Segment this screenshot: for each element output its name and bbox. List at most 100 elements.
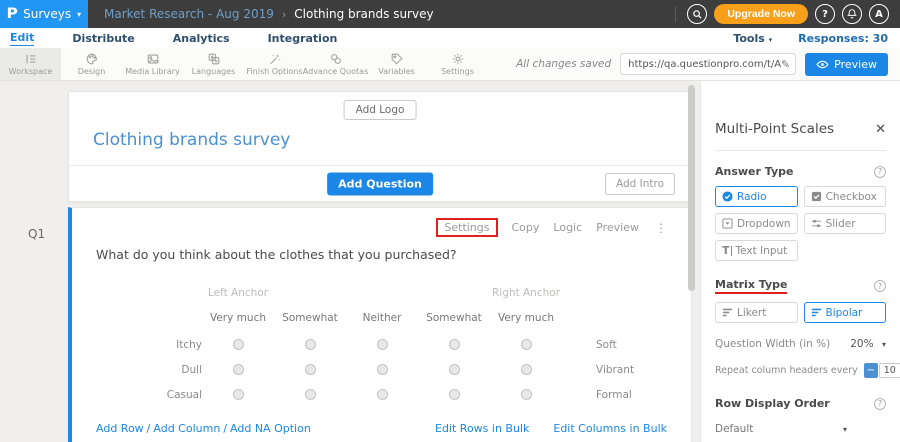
matrix-row: Dull Vibrant: [72, 357, 691, 382]
edit-columns-bulk-link[interactable]: Edit Columns in Bulk: [553, 422, 667, 435]
add-logo-button[interactable]: Add Logo: [344, 100, 417, 120]
matrix-radio[interactable]: [305, 389, 316, 400]
matrix-radio[interactable]: [233, 389, 244, 400]
question-actions: Settings Copy Logic Preview ⋮: [72, 208, 691, 237]
tab-workspace[interactable]: Workspace: [0, 48, 61, 80]
add-intro-button[interactable]: Add Intro: [605, 173, 675, 195]
copy-action[interactable]: Copy: [512, 221, 540, 234]
edit-url-pencil-icon[interactable]: ✎: [781, 58, 790, 71]
menu-item-edit[interactable]: Edit: [10, 30, 34, 46]
matrix-radio[interactable]: [521, 389, 532, 400]
breadcrumb-current: Clothing brands survey: [294, 7, 433, 21]
translate-icon: [207, 52, 221, 66]
settings-action-highlighted[interactable]: Settings: [436, 218, 497, 237]
tab-settings[interactable]: Settings: [427, 48, 488, 80]
menubar-right: Tools ▾ Responses: 30: [733, 32, 888, 45]
row-left-label[interactable]: Itchy: [72, 339, 202, 351]
matrix-row: Itchy Soft: [72, 332, 691, 357]
matrix-type-options: Likert Bipolar: [715, 302, 886, 323]
answer-type-checkbox[interactable]: Checkbox: [804, 186, 886, 207]
matrix-radio[interactable]: [449, 339, 460, 350]
row-display-order-select[interactable]: Default ▾: [715, 423, 847, 435]
matrix-radio[interactable]: [377, 389, 388, 400]
column-header: Somewhat: [274, 312, 346, 324]
close-icon[interactable]: ✕: [875, 122, 886, 137]
dropdown-icon: [722, 218, 733, 229]
add-question-button[interactable]: Add Question: [327, 172, 433, 195]
tab-design[interactable]: Design: [61, 48, 122, 80]
help-icon[interactable]: ?: [815, 4, 835, 24]
survey-url-field[interactable]: https://qa.questionpro.com/t/APNrFZfQ ✎: [620, 53, 796, 75]
notifications-bell-icon[interactable]: [842, 4, 862, 24]
help-icon[interactable]: ?: [874, 280, 886, 292]
tab-finish-options[interactable]: Finish Options: [244, 48, 305, 80]
survey-header-card: Add Logo Clothing brands survey Add Ques…: [68, 91, 692, 202]
logic-action[interactable]: Logic: [553, 221, 582, 234]
toolbar: Workspace Design Media Library Languages…: [0, 48, 900, 81]
answer-type-slider[interactable]: Slider: [804, 213, 886, 234]
question-text[interactable]: What do you think about the clothes that…: [72, 237, 691, 262]
help-icon[interactable]: ?: [874, 166, 886, 178]
preview-button[interactable]: Preview: [805, 53, 888, 76]
tab-variables[interactable]: Variables: [366, 48, 427, 80]
upgrade-now-button[interactable]: Upgrade Now: [714, 4, 808, 24]
add-column-link[interactable]: Add Column: [153, 422, 220, 435]
matrix-radio[interactable]: [521, 364, 532, 375]
matrix-radio[interactable]: [449, 389, 460, 400]
preview-action[interactable]: Preview: [596, 221, 639, 234]
search-icon[interactable]: [687, 4, 707, 24]
repeat-headers-row: Repeat column headers every − 10 + rows.: [715, 363, 886, 378]
help-icon[interactable]: ?: [874, 398, 886, 410]
add-na-option-link[interactable]: Add NA Option: [230, 422, 311, 435]
edit-rows-bulk-link[interactable]: Edit Rows in Bulk: [435, 422, 529, 435]
menu-item-distribute[interactable]: Distribute: [72, 31, 134, 46]
toolbar-right: All changes saved https://qa.questionpro…: [516, 48, 900, 80]
menu-item-analytics[interactable]: Analytics: [173, 31, 230, 46]
matrix-type-likert[interactable]: Likert: [715, 302, 798, 323]
answer-type-dropdown[interactable]: Dropdown: [715, 213, 798, 234]
breadcrumb-parent-link[interactable]: Market Research - Aug 2019: [104, 7, 274, 21]
chevron-down-icon[interactable]: ▾: [882, 340, 886, 349]
menu-item-integration[interactable]: Integration: [268, 31, 338, 46]
answer-type-text-input[interactable]: T Text Input: [715, 240, 798, 261]
row-right-label[interactable]: Vibrant: [562, 364, 634, 376]
matrix-radio[interactable]: [233, 339, 244, 350]
matrix-radio[interactable]: [377, 364, 388, 375]
answer-type-options: Radio Checkbox Dropdown Slider T Text In…: [715, 186, 886, 261]
matrix-radio[interactable]: [377, 339, 388, 350]
matrix-radio[interactable]: [449, 364, 460, 375]
matrix-radio[interactable]: [305, 339, 316, 350]
avatar[interactable]: A: [869, 4, 889, 24]
matrix-radio[interactable]: [521, 339, 532, 350]
surveys-app-menu[interactable]: P Surveys ▾: [0, 0, 88, 28]
row-right-label[interactable]: Soft: [562, 339, 617, 351]
vertical-scrollbar[interactable]: [688, 85, 695, 291]
breadcrumb-separator: ›: [282, 8, 286, 21]
row-left-label[interactable]: Casual: [72, 389, 202, 401]
tools-menu[interactable]: Tools ▾: [733, 32, 772, 45]
survey-header-actions: Add Question Add Intro: [69, 165, 691, 201]
add-row-link[interactable]: Add Row: [96, 422, 144, 435]
more-options-icon[interactable]: ⋮: [653, 221, 669, 235]
left-anchor-label: Left Anchor: [202, 287, 274, 299]
column-header: Very much: [490, 312, 562, 324]
tab-media-library[interactable]: Media Library: [122, 48, 183, 80]
tab-languages[interactable]: Languages: [183, 48, 244, 80]
app-menu-label: Surveys: [23, 7, 71, 21]
matrix-radio[interactable]: [305, 364, 316, 375]
tab-advance-quotas[interactable]: Advance Quotas: [305, 48, 366, 80]
question-width-value[interactable]: 20%: [850, 338, 873, 350]
matrix-radio[interactable]: [233, 364, 244, 375]
answer-type-radio[interactable]: Radio: [715, 186, 798, 207]
gear-icon: [451, 52, 465, 66]
matrix-type-bipolar[interactable]: Bipolar: [804, 302, 887, 323]
matrix-row: Casual Formal: [72, 382, 691, 407]
row-left-label[interactable]: Dull: [72, 364, 202, 376]
chain-links-icon: [329, 52, 343, 66]
repeat-headers-value[interactable]: 10: [879, 363, 900, 378]
question-card: Settings Copy Logic Preview ⋮ What do yo…: [68, 207, 692, 442]
decrement-button[interactable]: −: [864, 363, 878, 378]
row-right-label[interactable]: Formal: [562, 389, 632, 401]
menu-bar: Edit Distribute Analytics Integration To…: [0, 28, 900, 48]
responses-count[interactable]: Responses: 30: [798, 32, 888, 45]
